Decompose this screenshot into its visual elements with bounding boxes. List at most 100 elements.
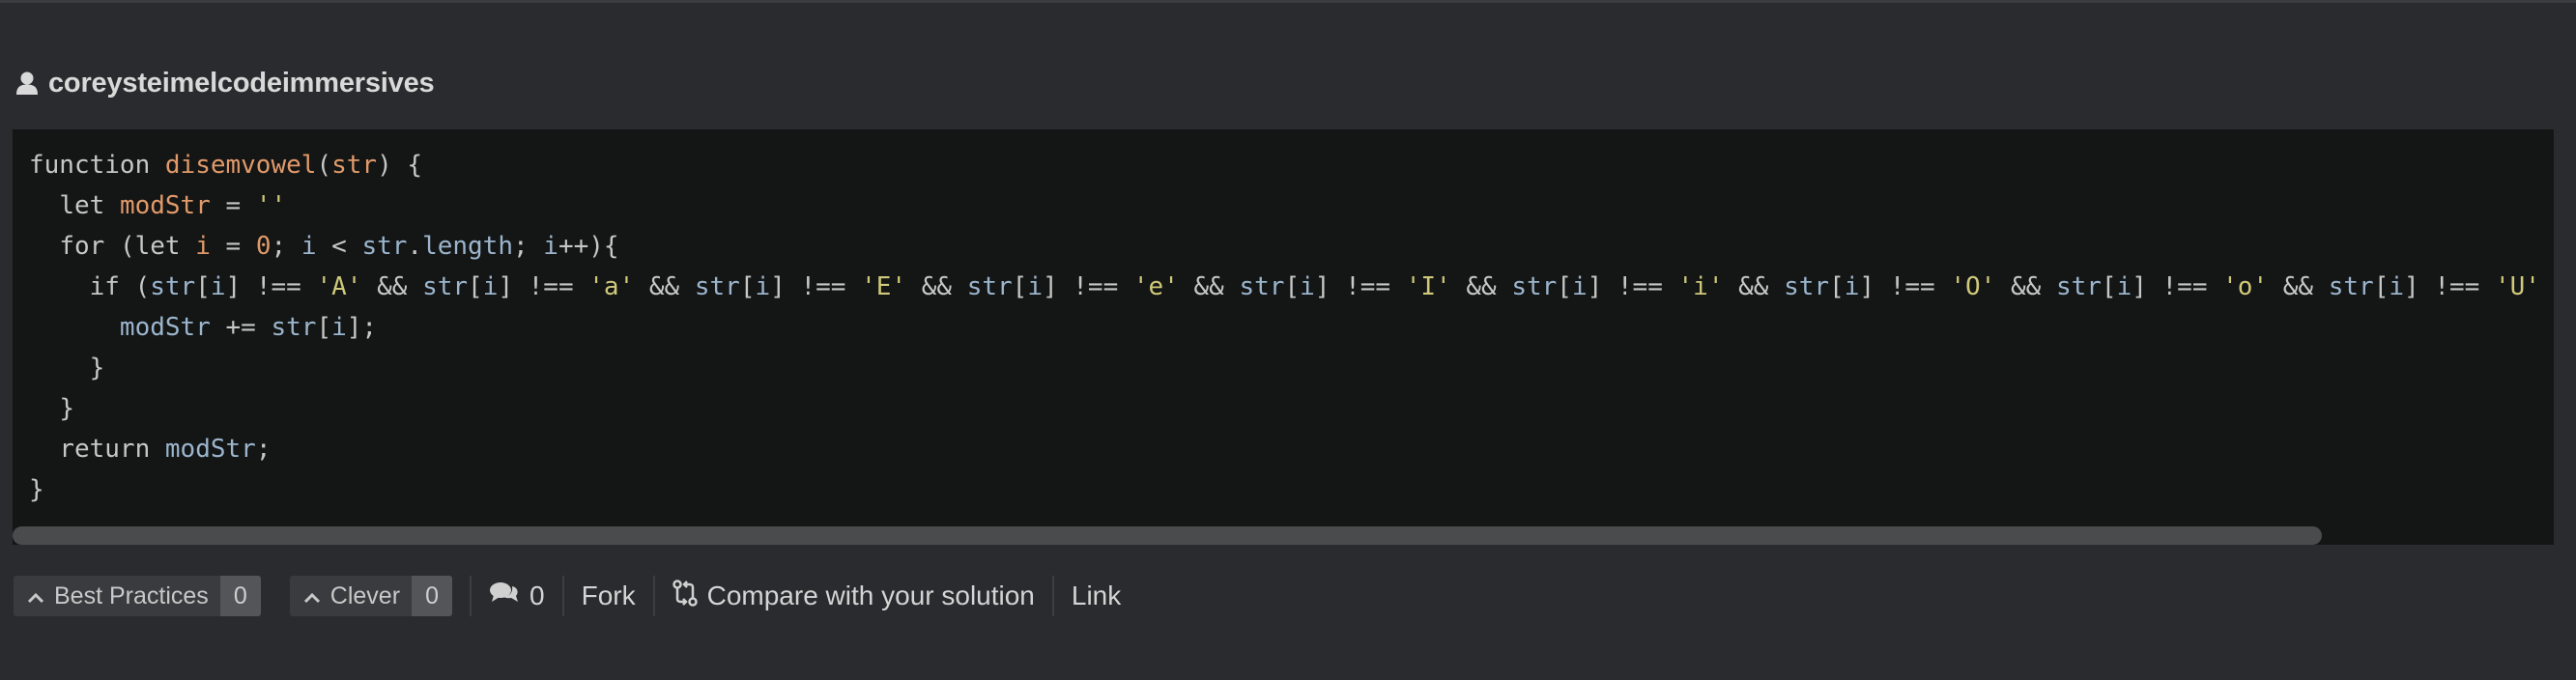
chevron-up-icon [27, 582, 44, 610]
code-token: ; [255, 435, 272, 464]
code-token: !== [2434, 272, 2480, 301]
code-token: && [648, 272, 680, 301]
code-token: [ [468, 272, 483, 301]
code-token: [ [1829, 272, 1845, 301]
fork-button[interactable]: Fork [582, 581, 636, 611]
compare-label: Compare with your solution [706, 581, 1035, 610]
code-token: ] [2404, 272, 2419, 301]
code-token: && [1193, 272, 1224, 301]
clever-vote-button[interactable]: Clever 0 [289, 576, 453, 616]
code-token: ] [225, 272, 242, 301]
code-token: i [543, 232, 558, 261]
code-token: str [2328, 272, 2374, 301]
horizontal-scrollbar-thumb[interactable] [13, 526, 2322, 545]
code-line-3: for (let i = 0; i < str.length; i++){ [29, 232, 618, 261]
code-line-2: let modStr = '' [29, 191, 286, 220]
comments-button[interactable]: 0 [489, 581, 545, 612]
code-token: str [150, 272, 196, 301]
code-token: i [2389, 272, 2405, 301]
code-token: !== [2161, 272, 2208, 301]
best-practices-vote-button[interactable]: Best Practices 0 [14, 576, 261, 616]
code-token: let [134, 232, 181, 261]
code-content: function disemvowel(str) { let modStr = … [29, 145, 2554, 510]
code-token: ( [134, 272, 151, 301]
code-token: ; [512, 232, 529, 261]
best-practices-label: Best Practices [54, 581, 209, 609]
code-token: 'I' [1405, 272, 1451, 301]
code-token: 'E' [861, 272, 907, 301]
code-token: && [2282, 272, 2314, 301]
clever-label: Clever [329, 581, 401, 609]
code-token: i [1300, 272, 1315, 301]
code-token: } [29, 475, 44, 504]
code-token: [ [2373, 272, 2390, 301]
code-token: if [89, 272, 120, 301]
code-token: ] [770, 272, 786, 301]
code-token: i [482, 272, 499, 301]
code-token: 'U' [2494, 272, 2540, 301]
code-token: ] [498, 272, 513, 301]
code-line-5: modStr += str[i]; [29, 313, 377, 342]
compare-button[interactable]: Compare with your solution [672, 579, 1035, 613]
code-line-7: } [29, 394, 74, 423]
code-token: i [195, 232, 211, 261]
code-token: [ [739, 272, 756, 301]
clever-vote-main[interactable]: Clever [290, 576, 412, 616]
code-token: && [2010, 272, 2042, 301]
code-token: i [210, 272, 226, 301]
code-line-9: } [29, 475, 44, 504]
code-token: } [89, 354, 105, 382]
code-token: } [59, 394, 74, 423]
code-line-1: function disemvowel(str) { [29, 151, 422, 180]
code-token: ( [119, 232, 135, 261]
code-token: modStr [119, 191, 211, 220]
code-token: str [361, 232, 408, 261]
author-username[interactable]: coreysteimelcodeimmersives [48, 68, 435, 99]
code-token: length [422, 232, 513, 261]
solution-author[interactable]: coreysteimelcodeimmersives [15, 64, 435, 102]
divider [470, 576, 472, 616]
link-button[interactable]: Link [1072, 581, 1121, 611]
code-token: 'O' [1950, 272, 1996, 301]
code-token: [ [2101, 272, 2117, 301]
best-practices-vote-main[interactable]: Best Practices [14, 576, 220, 616]
comments-icon [489, 581, 520, 612]
code-token: str [1239, 272, 1285, 301]
solution-actions: Best Practices 0 Clever 0 0 Fork Compare… [14, 576, 1121, 616]
code-token: i [1844, 272, 1860, 301]
code-token: str [422, 272, 469, 301]
code-token: function [29, 151, 151, 180]
code-token: str [1784, 272, 1830, 301]
